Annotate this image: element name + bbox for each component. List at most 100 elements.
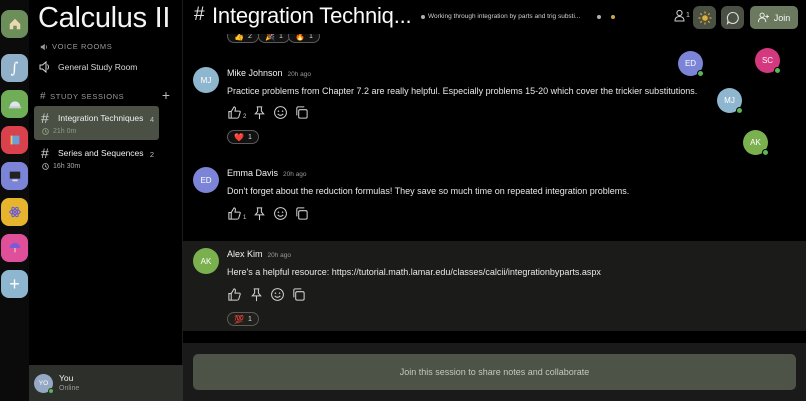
sun-icon <box>698 11 711 24</box>
session-integration-techniques[interactable]: # Integration Techniques 4 21h 0m <box>34 106 159 140</box>
hash-icon: # <box>194 4 205 25</box>
add-reaction-button[interactable] <box>273 206 288 221</box>
message-actions: 2 <box>227 105 309 120</box>
thumbs-up-icon <box>228 288 241 301</box>
add-user-icon <box>757 12 769 23</box>
message-actions: 1 <box>227 206 309 221</box>
speaker-icon <box>39 61 49 73</box>
message-time: 20h ago <box>287 71 312 78</box>
message-actions <box>227 287 306 302</box>
voice-room-general[interactable]: General Study Room <box>39 60 177 74</box>
online-users[interactable]: 1 <box>674 9 690 22</box>
add-reaction-button[interactable] <box>270 287 285 302</box>
copy-button[interactable] <box>294 105 309 120</box>
avatar[interactable]: AK <box>193 248 219 274</box>
online-indicator <box>48 388 54 394</box>
smiley-icon <box>274 106 288 119</box>
message-author: Alex Kim 20h ago <box>227 249 292 259</box>
reaction-party[interactable]: 🎉 1 <box>258 34 290 43</box>
server-integral-icon[interactable]: ∫ <box>1 54 28 82</box>
online-indicator <box>762 149 769 156</box>
user-panel[interactable]: YO You Online <box>29 365 183 401</box>
message-time: 20h ago <box>283 171 307 178</box>
online-indicator <box>697 70 704 77</box>
status-dot <box>611 15 615 19</box>
computer-icon <box>9 171 20 182</box>
hash-icon: # <box>41 110 49 126</box>
pin-button[interactable] <box>252 105 267 120</box>
avatar[interactable]: ED <box>193 167 219 193</box>
separator-dot <box>421 15 425 19</box>
message-item: AK Alex Kim 20h ago Here's a helpful reso… <box>183 241 806 331</box>
book-icon <box>10 135 19 145</box>
reaction-hundred[interactable]: 💯 1 <box>227 312 259 326</box>
server-umbrella-icon[interactable] <box>1 234 28 262</box>
pin-icon <box>254 207 266 221</box>
server-atom-icon[interactable] <box>1 198 28 226</box>
copy-icon <box>296 207 308 220</box>
session-member-count: 4 <box>149 115 154 124</box>
home-icon <box>9 18 20 30</box>
channel-topic: Working through integration by parts and… <box>428 13 581 20</box>
voice-rooms-header: VOICE ROOMS <box>40 42 112 51</box>
study-sessions-header: # STUDY SESSIONS <box>40 91 125 102</box>
server-title: Calculus II <box>38 2 171 34</box>
thumbs-up-icon <box>228 106 241 119</box>
add-server-button[interactable]: + <box>1 270 28 298</box>
message-time: 20h ago <box>267 252 292 259</box>
hash-icon: # <box>40 91 47 102</box>
umbrella-icon <box>9 242 20 253</box>
reaction-heart[interactable]: ❤️ 1 <box>227 130 259 144</box>
server-home-icon[interactable] <box>1 10 28 38</box>
like-button[interactable]: 2 <box>227 105 246 120</box>
add-reaction-button[interactable] <box>273 105 288 120</box>
chat-bubble-icon <box>726 11 739 25</box>
session-time: 21h 0m <box>42 128 159 135</box>
smiley-icon <box>271 288 284 301</box>
composer-area: Join this session to share notes and col… <box>183 343 806 401</box>
add-session-button[interactable]: + <box>160 88 172 102</box>
theme-toggle-button[interactable] <box>693 6 716 29</box>
pin-icon <box>254 106 266 120</box>
channel-title: Integration Techniq... <box>212 3 412 28</box>
online-indicator <box>736 107 743 114</box>
copy-button[interactable] <box>294 206 309 221</box>
message-text[interactable]: Here's a helpful resource: https://tutor… <box>227 267 601 277</box>
hash-icon: # <box>41 145 49 161</box>
user-icon <box>674 9 685 22</box>
message-author: Mike Johnson 20h ago <box>227 68 312 78</box>
join-button[interactable]: Join <box>750 6 798 29</box>
thumbs-up-icon <box>228 207 241 220</box>
like-button[interactable] <box>227 287 243 302</box>
clock-icon <box>42 128 49 135</box>
message-feed[interactable]: 👍 2 🎉 1 🔥 1 MJ Mike Johnson 20h ago Practice… <box>183 34 806 343</box>
channel-header: # Integration Techniq... Working through… <box>183 0 806 34</box>
speaker-icon <box>40 43 47 50</box>
atom-icon <box>8 206 21 218</box>
like-button[interactable]: 1 <box>227 206 246 221</box>
copy-icon <box>293 288 305 301</box>
copy-button[interactable] <box>291 287 306 302</box>
user-status: Online <box>59 385 80 392</box>
pin-button[interactable] <box>252 206 267 221</box>
reaction-fire[interactable]: 🔥 1 <box>288 34 320 43</box>
message-item: ED Emma Davis 20h ago Don't forget about … <box>183 160 806 236</box>
smiley-icon <box>274 207 288 220</box>
avatar[interactable]: MJ <box>193 67 219 93</box>
online-indicator <box>774 67 781 74</box>
message-text: Don't forget about the reduction formula… <box>227 186 630 196</box>
chat-button[interactable] <box>721 6 744 29</box>
server-book-icon[interactable] <box>1 126 28 154</box>
helmet-icon <box>8 101 21 109</box>
separator-dot <box>597 15 601 19</box>
channel-sidebar: Calculus II VOICE ROOMS General Study Ro… <box>29 0 183 401</box>
join-session-prompt[interactable]: Join this session to share notes and col… <box>193 354 796 390</box>
server-computer-icon[interactable] <box>1 162 28 190</box>
session-time: 16h 30m <box>42 163 159 170</box>
message-author: Emma Davis 20h ago <box>227 168 307 178</box>
server-helmet-icon[interactable] <box>1 90 28 118</box>
pin-button[interactable] <box>249 287 264 302</box>
reaction-thumbs-up[interactable]: 👍 2 <box>227 34 259 43</box>
session-series-and-sequences[interactable]: # Series and Sequences 2 16h 30m <box>34 141 159 175</box>
message-item: MJ Mike Johnson 20h ago Practice problems… <box>183 60 806 150</box>
